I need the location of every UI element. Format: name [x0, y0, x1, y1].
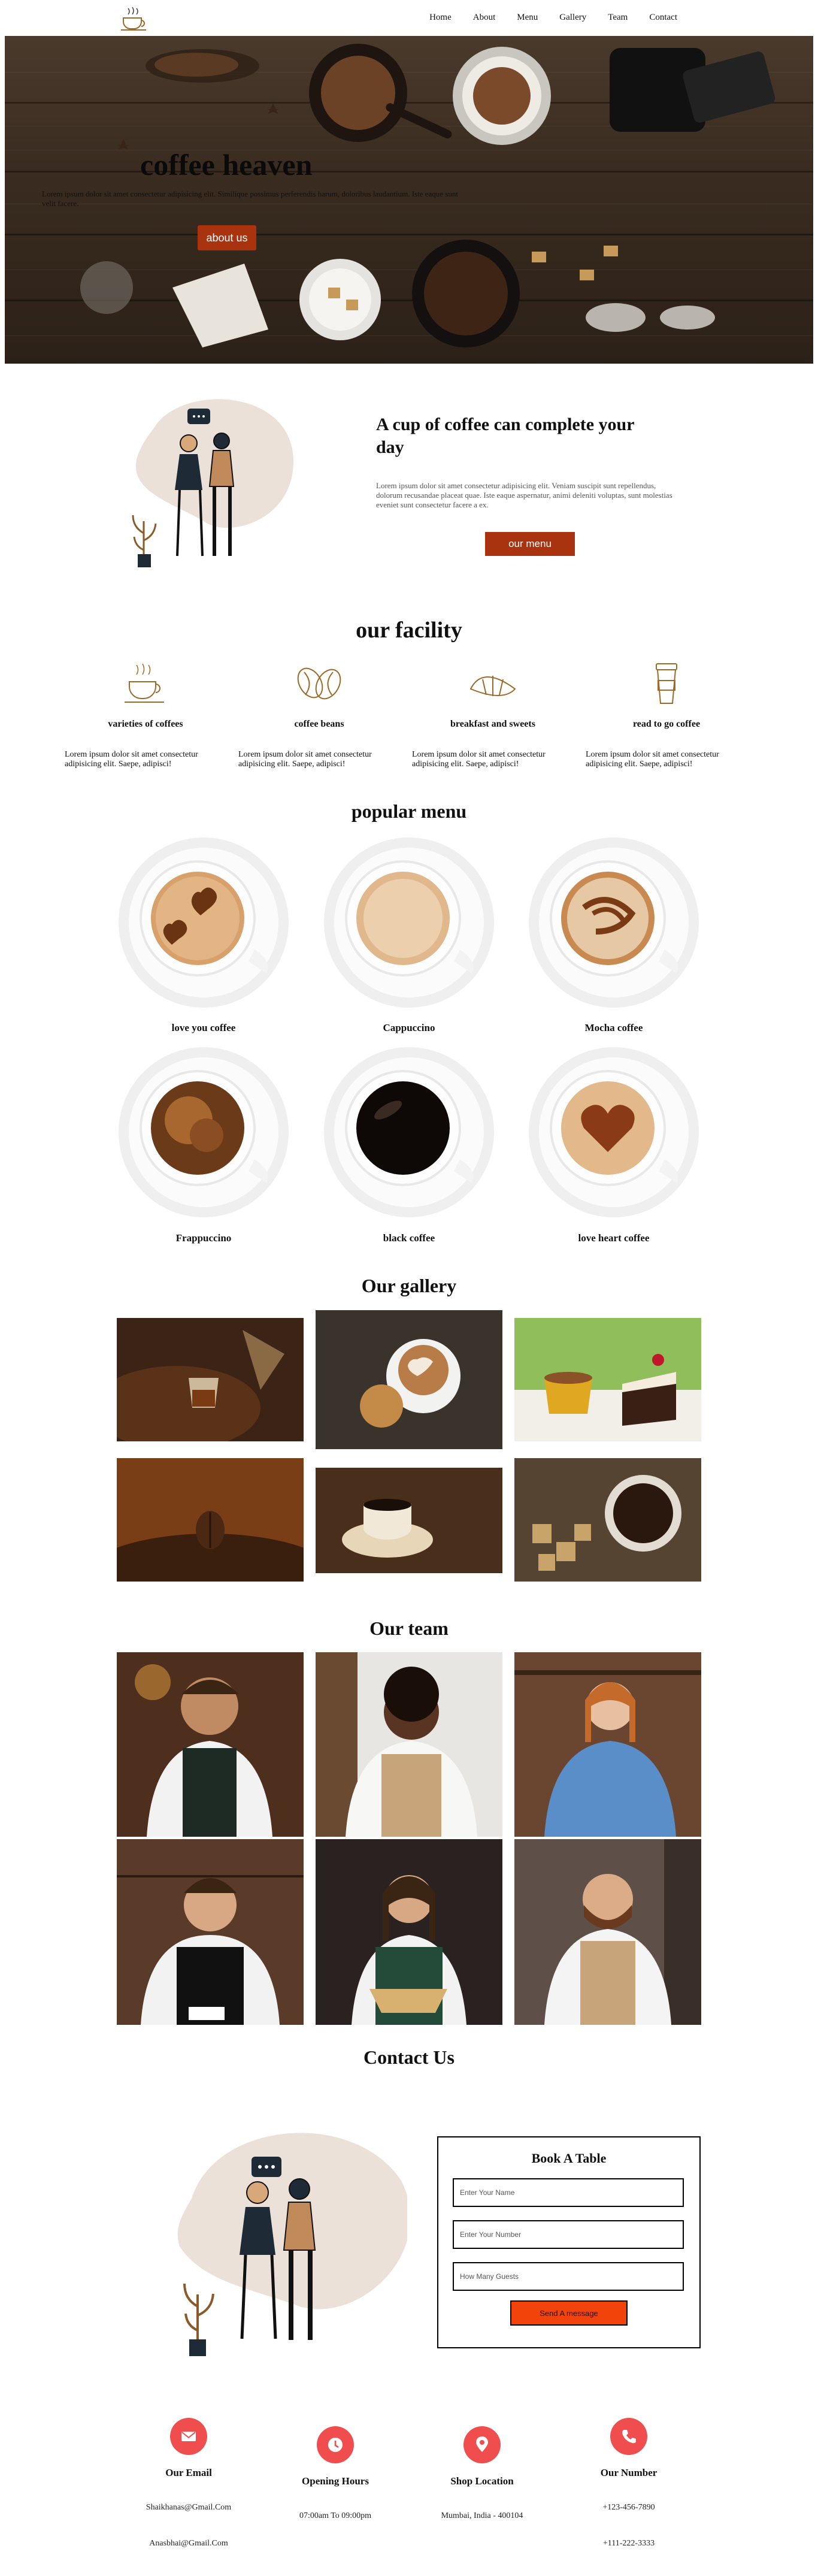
gallery-image[interactable]: [514, 1458, 701, 1582]
facility-item: varieties of coffees Lorem ipsum dolor s…: [65, 659, 226, 769]
info-line: 07:00am To 09:00pm: [299, 2511, 372, 2520]
team-member-photo[interactable]: [316, 1652, 502, 1837]
facility-item: breakfast and sweets Lorem ipsum dolor s…: [412, 659, 574, 769]
gallery-image[interactable]: [117, 1318, 304, 1441]
top-navigation: Home About Menu Gallery Team Contact: [0, 0, 818, 36]
name-input[interactable]: [453, 2178, 684, 2207]
coffee-cup-icon[interactable]: [117, 6, 150, 31]
menu-item-image[interactable]: [117, 1045, 290, 1219]
team-member-photo[interactable]: [514, 1652, 701, 1837]
phone-icon: [610, 2418, 647, 2455]
facility-name: varieties of coffees: [108, 719, 183, 729]
coffee-beans-icon: [297, 667, 341, 700]
facility-title: our facility: [356, 618, 462, 643]
gallery-title: Our gallery: [361, 1275, 457, 1296]
gallery-image[interactable]: [117, 1458, 304, 1582]
team-member-photo[interactable]: [514, 1839, 701, 2025]
facility-name: coffee beans: [294, 719, 344, 729]
popular-menu-title: popular menu: [351, 800, 467, 822]
people-drinking-coffee-illustration: [177, 2133, 407, 2356]
email-icon: [170, 2418, 207, 2455]
book-table-form: Book A Table Send A message: [437, 2136, 701, 2348]
info-line[interactable]: +123-456-7890: [563, 2503, 695, 2512]
info-line[interactable]: Anasbhai@Gmail.Com: [123, 2539, 255, 2548]
info-title: Our Number: [600, 2467, 658, 2478]
gallery-image[interactable]: [316, 1468, 502, 1573]
menu-item-name: Frappuccino: [175, 1232, 232, 1244]
team-member-photo[interactable]: [117, 1839, 304, 2025]
menu-item-image[interactable]: [322, 836, 496, 1009]
facility-desc: Lorem ipsum dolor sit amet consectetur a…: [586, 750, 719, 769]
facility-desc: Lorem ipsum dolor sit amet consectetur a…: [412, 750, 546, 769]
form-title: Book A Table: [531, 2151, 607, 2166]
about-title: A cup of coffee can complete your day: [376, 415, 635, 457]
team-title: Our team: [369, 1617, 449, 1639]
location-pin-icon: [463, 2426, 501, 2463]
gallery-image[interactable]: [316, 1310, 502, 1449]
info-line[interactable]: +111-222-3333: [563, 2539, 695, 2548]
guests-input[interactable]: [453, 2262, 684, 2291]
info-number: Our Number +123-456-7890 +111-222-3333: [563, 2418, 695, 2548]
contact-title: Contact Us: [363, 2046, 455, 2068]
nav-link-about[interactable]: About: [473, 13, 496, 23]
menu-item-name: love you coffee: [171, 1022, 236, 1033]
takeaway-cup-icon: [656, 663, 677, 704]
info-line: Mumbai, India - 400104: [441, 2511, 523, 2520]
facility-desc: Lorem ipsum dolor sit amet consectetur a…: [65, 750, 198, 769]
about-us-button[interactable]: about us: [198, 225, 256, 250]
facility-item: coffee beans Lorem ipsum dolor sit amet …: [238, 659, 400, 769]
hero-title: coffee heaven: [140, 148, 313, 182]
clock-icon: [317, 2426, 354, 2463]
number-input[interactable]: [453, 2220, 684, 2249]
info-title: Shop Location: [450, 2475, 514, 2487]
nav-link-contact[interactable]: Contact: [649, 13, 677, 23]
info-location: Shop Location Mumbai, India - 400104: [416, 2426, 548, 2521]
coffee-cup-icon: [125, 663, 164, 703]
team-member-photo[interactable]: [316, 1839, 502, 2025]
facility-name: breakfast and sweets: [450, 719, 535, 729]
info-title: Opening Hours: [302, 2475, 369, 2487]
info-hours: Opening Hours 07:00am To 09:00pm: [269, 2426, 401, 2521]
menu-item-name: love heart coffee: [578, 1232, 650, 1244]
menu-item-image[interactable]: [117, 836, 290, 1009]
nav-link-menu[interactable]: Menu: [517, 13, 538, 23]
croissant-icon: [469, 676, 516, 696]
info-email: Our Email Shaikhanas@Gmail.Com Anasbhai@…: [123, 2418, 255, 2548]
menu-item-image[interactable]: [322, 1045, 496, 1219]
info-line[interactable]: Shaikhanas@Gmail.Com: [123, 2503, 255, 2512]
nav-link-home[interactable]: Home: [429, 13, 452, 23]
nav-links: Home About Menu Gallery Team Contact: [408, 13, 677, 23]
send-message-button[interactable]: Send A message: [510, 2300, 628, 2326]
nav-link-gallery[interactable]: Gallery: [559, 13, 586, 23]
menu-item-image[interactable]: [527, 1045, 701, 1219]
our-menu-button[interactable]: our menu: [485, 532, 575, 556]
nav-link-team[interactable]: Team: [608, 13, 628, 23]
people-drinking-coffee-illustration: [132, 399, 293, 567]
gallery-image[interactable]: [514, 1318, 701, 1441]
menu-item-name: Mocha coffee: [584, 1022, 643, 1033]
hero-text: Lorem ipsum dolor sit amet consectetur a…: [42, 189, 459, 208]
info-title: Our Email: [165, 2467, 212, 2478]
facility-desc: Lorem ipsum dolor sit amet consectetur a…: [238, 750, 372, 769]
facility-name: read to go coffee: [632, 719, 701, 729]
menu-item-name: Cappuccino: [383, 1022, 435, 1033]
hero-banner: coffee heaven Lorem ipsum dolor sit amet…: [5, 36, 813, 364]
facility-item: read to go coffee Lorem ipsum dolor sit …: [586, 659, 747, 769]
about-text: Lorem ipsum dolor sit amet consectetur a…: [376, 481, 672, 509]
menu-item-image[interactable]: [527, 836, 701, 1009]
team-member-photo[interactable]: [117, 1652, 304, 1837]
menu-item-name: black coffee: [383, 1232, 435, 1244]
